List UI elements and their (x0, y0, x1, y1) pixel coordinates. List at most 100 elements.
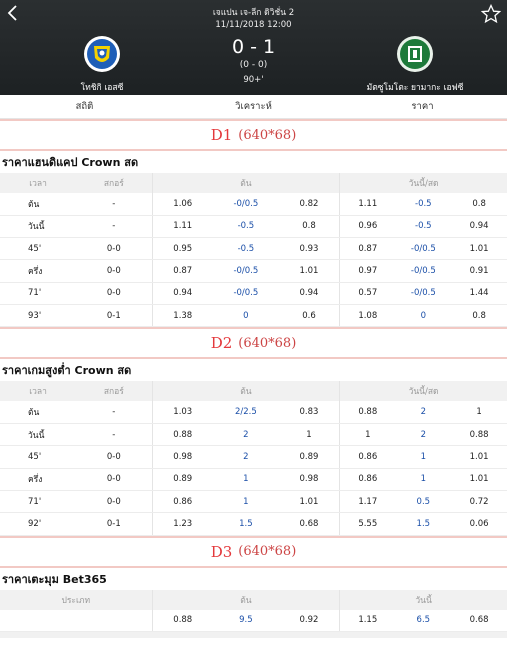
col-live: วันนี้/สด (339, 381, 507, 402)
table-cell: 0.96 (339, 215, 396, 239)
handicap-table: เวลา สกอร์ ต้น วันนี้/สด ต้น -1.06 -0/0.5 0… (0, 173, 507, 328)
table-row: 45' 0-0 0.98 2 0.89 0.86 1 1.01 (0, 445, 507, 469)
table-cell: 1.23 (151, 512, 213, 536)
table-cell: 0.97 (339, 259, 396, 283)
table-cell: 1.01 (451, 445, 507, 469)
corner-table: ประเภท ต้น วันนี้ 0.88 9.5 0.92 1.15 6.5 0.68 (0, 589, 507, 633)
table-cell: -0.5 (395, 193, 452, 216)
table-cell: 0.92 (278, 609, 340, 633)
table-cell: 1.08 (339, 304, 396, 328)
col-today: วันนี้ (339, 589, 507, 610)
table-cell: 1 (212, 468, 279, 491)
league-name: เจแปน เจ-ลีก ดิวิชั่น 2 (212, 8, 295, 18)
col-score: สกอร์ (103, 179, 124, 189)
ad-label: D1 (210, 126, 233, 144)
table-cell: ครึ่ง (0, 468, 77, 491)
table-cell: 92' (0, 512, 77, 536)
away-team-logo (397, 36, 433, 72)
table-cell: -0/0.5 (212, 193, 279, 216)
ad-label: D2 (210, 334, 233, 353)
table-cell: 1.01 (451, 237, 507, 261)
table-cell: 0-0 (76, 282, 153, 305)
table-cell: 0.88 (339, 401, 396, 425)
table-row: ครึ่ง 0-0 0.89 1 0.98 0.86 1 1.01 (0, 468, 507, 491)
table-cell: 0.57 (339, 282, 396, 305)
table-cell: 1.11 (151, 215, 213, 239)
table-cell: 0-0 (76, 237, 153, 261)
favorite-star-icon[interactable] (481, 4, 501, 24)
table-row: ต้น -1.06 -0/0.5 0.82 1.11 -0.5 0.8 (0, 193, 507, 216)
table-cell: 0.94 (451, 215, 507, 239)
tab-bar: สถิติ วิเคราะห์ ราคา (0, 95, 507, 119)
ad-banner-d3[interactable]: D3 (640*68) (0, 535, 507, 568)
table-cell: 0-0 (76, 468, 153, 491)
table-cell: 1 (339, 423, 396, 447)
table-cell: -0/0.5 (212, 259, 279, 283)
table-cell: 0.95 (151, 237, 213, 261)
table-cell: 0.98 (151, 445, 213, 469)
table-cell: - (76, 401, 153, 425)
handicap-title: ราคาแฮนดิแคป Crown สด (2, 156, 139, 169)
col-score: สกอร์ (103, 387, 124, 398)
overunder-title: ราคาเกมสูงต่ำ Crown สด (2, 364, 132, 378)
col-early: ต้น (151, 589, 340, 610)
tab-stats[interactable]: สถิติ (0, 99, 169, 114)
table-cell: 0.82 (278, 193, 340, 216)
table-header-row: เวลา สกอร์ ต้น วันนี้/สด (0, 381, 507, 402)
table-cell: 0.94 (151, 282, 213, 305)
table-row: วันนี้ -1.11 -0.5 0.8 0.96 -0.5 0.94 (0, 215, 507, 239)
table-row: 71' 0-0 0.94 -0/0.5 0.94 0.57 -0/0.5 1.44 (0, 282, 507, 305)
table-cell: 5.55 (339, 512, 396, 536)
table-cell: - (76, 423, 153, 447)
col-early: ต้น (151, 173, 340, 193)
table-cell: 1.03 (151, 401, 213, 425)
table-cell: 71' (0, 282, 77, 305)
table-cell: 1 (451, 401, 507, 425)
table-cell: -0/0.5 (212, 282, 279, 305)
table-row: 71' 0-0 0.86 1 1.01 1.17 0.5 0.72 (0, 490, 507, 514)
table-cell: วันนี้ (0, 215, 77, 239)
table-cell: 0.83 (278, 401, 340, 425)
table-cell: 0.8 (451, 304, 507, 328)
table-cell: 0.06 (451, 512, 507, 536)
table-cell: - (76, 215, 153, 239)
table-cell: 1.01 (451, 468, 507, 491)
table-cell: 0.86 (151, 490, 213, 514)
table-cell: - (76, 193, 153, 216)
col-type: ประเภท (61, 595, 91, 606)
table-row: วันนี้ -0.88 2 1 1 2 0.88 (0, 423, 507, 447)
table-cell: 0.98 (278, 468, 340, 491)
table-cell: 1.01 (278, 259, 340, 283)
table-cell: 0 (212, 304, 279, 328)
table-cell: 1 (278, 423, 340, 447)
table-cell: -0.5 (212, 237, 279, 261)
table-row: 93' 0-1 1.38 0 0.6 1.08 0 0.8 (0, 304, 507, 328)
table-cell: ต้น (0, 193, 77, 216)
table-cell: -0/0.5 (395, 259, 452, 283)
col-time: เวลา (29, 179, 47, 189)
ad-label: D3 (210, 542, 233, 561)
ad-size: (640*68) (238, 127, 297, 143)
away-team[interactable]: มัตซูโมโตะ ยามากะ เอฟซี (360, 34, 470, 94)
table-cell: วันนี้ (0, 423, 77, 447)
table-cell: 0.86 (339, 445, 396, 469)
ad-banner-d2[interactable]: D2 (640*68) (0, 327, 507, 360)
table-cell: -0/0.5 (395, 282, 452, 305)
table-cell (0, 609, 153, 633)
table-cell: 1.15 (339, 609, 396, 633)
table-row: ครึ่ง 0-0 0.87 -0/0.5 1.01 0.97 -0/0.5 0.91 (0, 259, 507, 283)
table-cell: 9.5 (212, 609, 279, 633)
table-cell: 1.44 (451, 282, 507, 305)
table-cell: 1.06 (151, 193, 213, 216)
table-cell: 0.68 (451, 609, 507, 633)
ad-banner-d1[interactable]: D1 (640*68) (0, 119, 507, 151)
table-cell: 0.89 (278, 445, 340, 469)
tab-odds[interactable]: ราคา (338, 99, 507, 114)
table-cell: 71' (0, 490, 77, 514)
ad-size: (640*68) (238, 335, 297, 351)
table-cell: 0-1 (76, 304, 153, 328)
tab-analysis[interactable]: วิเคราะห์ (169, 99, 338, 114)
table-cell: 45' (0, 445, 77, 469)
table-cell: 0.6 (278, 304, 340, 328)
table-cell: 2/2.5 (212, 401, 279, 425)
